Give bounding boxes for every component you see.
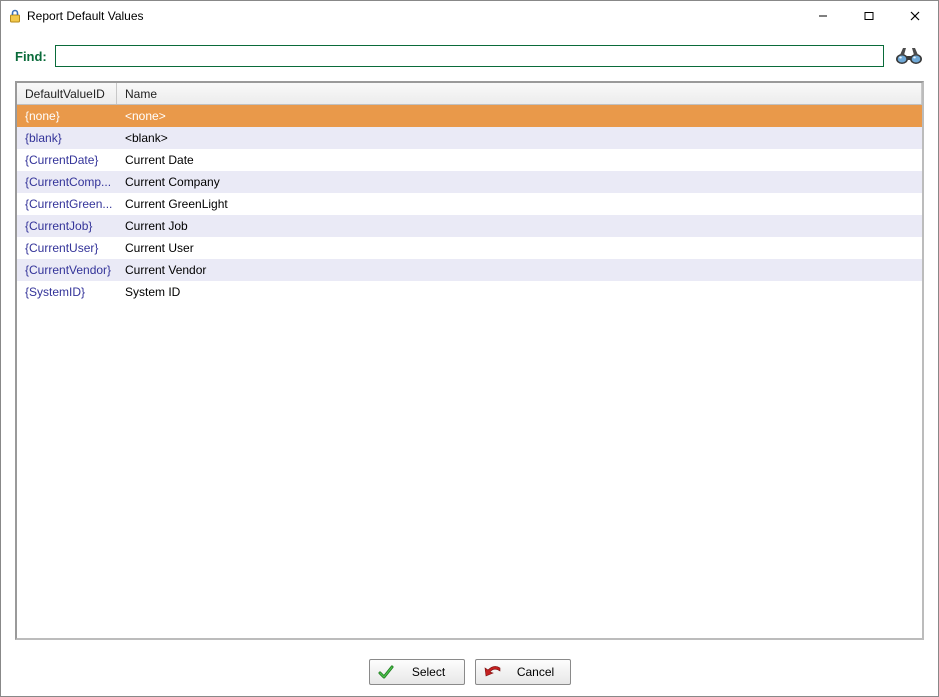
grid-body[interactable]: {none}<none>{blank}<blank>{CurrentDate}C… xyxy=(17,105,922,638)
find-label: Find: xyxy=(15,49,47,64)
cell-default-value-id: {CurrentUser} xyxy=(17,237,117,259)
cell-name: Current Company xyxy=(117,171,922,193)
column-header-id[interactable]: DefaultValueID xyxy=(17,83,117,104)
table-row[interactable]: {CurrentGreen...Current GreenLight xyxy=(17,193,922,215)
table-row[interactable]: {CurrentComp...Current Company xyxy=(17,171,922,193)
cell-default-value-id: {CurrentComp... xyxy=(17,171,117,193)
window-title: Report Default Values xyxy=(27,9,800,23)
cancel-button-label: Cancel xyxy=(510,665,562,679)
cell-default-value-id: {CurrentDate} xyxy=(17,149,117,171)
table-row[interactable]: {CurrentDate}Current Date xyxy=(17,149,922,171)
cell-name: Current GreenLight xyxy=(117,193,922,215)
cell-default-value-id: {CurrentJob} xyxy=(17,215,117,237)
cell-name: System ID xyxy=(117,281,922,303)
window-controls xyxy=(800,1,938,31)
minimize-button[interactable] xyxy=(800,1,846,31)
table-row[interactable]: {CurrentJob}Current Job xyxy=(17,215,922,237)
cell-default-value-id: {SystemID} xyxy=(17,281,117,303)
table-row[interactable]: {CurrentVendor}Current Vendor xyxy=(17,259,922,281)
table-row[interactable]: {CurrentUser}Current User xyxy=(17,237,922,259)
undo-arrow-icon xyxy=(484,665,502,679)
lock-icon xyxy=(9,9,21,23)
grid-header: DefaultValueID Name xyxy=(17,83,922,105)
cell-name: Current Vendor xyxy=(117,259,922,281)
cell-name: <blank> xyxy=(117,127,922,149)
select-button-label: Select xyxy=(402,665,456,679)
cell-default-value-id: {CurrentGreen... xyxy=(17,193,117,215)
table-row[interactable]: {none}<none> xyxy=(17,105,922,127)
content-area: Find: DefaultValueID Na xyxy=(1,31,938,648)
cell-default-value-id: {blank} xyxy=(17,127,117,149)
titlebar: Report Default Values xyxy=(1,1,938,31)
cell-name: <none> xyxy=(117,105,922,127)
table-row[interactable]: {blank}<blank> xyxy=(17,127,922,149)
results-grid: DefaultValueID Name {none}<none>{blank}<… xyxy=(15,81,924,640)
cell-name: Current Date xyxy=(117,149,922,171)
cancel-button[interactable]: Cancel xyxy=(475,659,571,685)
column-header-name[interactable]: Name xyxy=(117,83,922,104)
maximize-button[interactable] xyxy=(846,1,892,31)
select-button[interactable]: Select xyxy=(369,659,465,685)
binoculars-icon[interactable] xyxy=(894,45,924,67)
cell-default-value-id: {CurrentVendor} xyxy=(17,259,117,281)
checkmark-icon xyxy=(378,664,394,680)
close-button[interactable] xyxy=(892,1,938,31)
find-input[interactable] xyxy=(55,45,884,67)
dialog-window: Report Default Values Find: xyxy=(0,0,939,697)
find-row: Find: xyxy=(15,45,924,67)
cell-name: Current User xyxy=(117,237,922,259)
cell-name: Current Job xyxy=(117,215,922,237)
button-row: Select Cancel xyxy=(1,648,938,696)
cell-default-value-id: {none} xyxy=(17,105,117,127)
table-row[interactable]: {SystemID}System ID xyxy=(17,281,922,303)
